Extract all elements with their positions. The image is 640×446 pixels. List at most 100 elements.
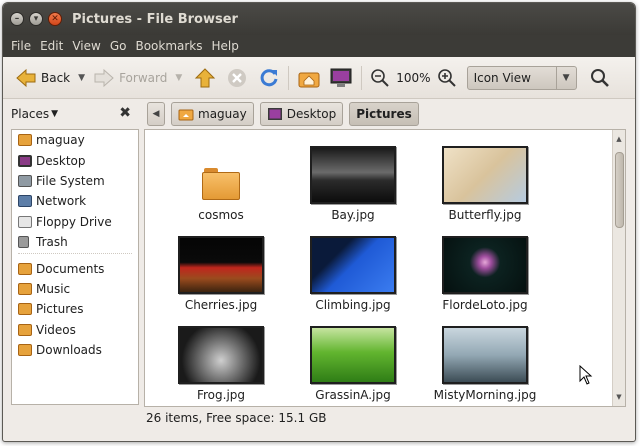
reload-icon[interactable]	[258, 67, 280, 89]
downloads-folder-icon	[18, 344, 32, 357]
path-bar: ◀ maguay Desktop Pictures	[147, 101, 425, 127]
forward-label: Forward	[119, 70, 168, 85]
menu-go[interactable]: Go	[110, 39, 127, 53]
home-folder-icon[interactable]	[297, 67, 321, 89]
file-item[interactable]: Climbing.jpg	[287, 230, 419, 320]
icon-view[interactable]: cosmos Bay.jpg Butterfly.jpg Cherries.jp…	[144, 129, 626, 407]
crumb-label: maguay	[198, 107, 247, 121]
sidebar-item-label: Music	[36, 281, 71, 296]
menu-bookmarks[interactable]: Bookmarks	[135, 39, 202, 53]
image-thumbnail	[310, 146, 396, 204]
window-title: Pictures - File Browser	[72, 11, 238, 27]
file-item[interactable]: GrassinA.jpg	[287, 320, 419, 406]
view-mode-select[interactable]: Icon View ▼	[466, 65, 577, 90]
menu-bar: File Edit View Go Bookmarks Help	[3, 35, 635, 57]
zoom-out-icon[interactable]	[370, 68, 390, 88]
back-history-dropdown-icon[interactable]: ▼	[78, 73, 85, 83]
path-scroll-left-button[interactable]: ◀	[147, 102, 165, 126]
forward-arrow-icon	[94, 68, 114, 87]
view-mode-value: Icon View	[473, 70, 531, 85]
file-name: Climbing.jpg	[315, 298, 391, 312]
toolbar: Back ▼ Forward ▼ 100% Icon View ▼	[3, 57, 635, 99]
folder-icon	[18, 262, 32, 275]
filesystem-icon	[18, 174, 32, 187]
forward-history-dropdown-icon[interactable]: ▼	[175, 73, 182, 83]
sidebar-item-documents[interactable]: Documents	[12, 258, 138, 278]
image-thumbnail	[442, 326, 528, 384]
sidebar-item-network[interactable]: Network	[12, 191, 138, 211]
scrollbar-thumb[interactable]	[615, 152, 624, 228]
crumb-desktop[interactable]: Desktop	[259, 102, 344, 126]
videos-folder-icon	[18, 323, 32, 336]
sidebar-item-label: maguay	[36, 133, 85, 148]
menu-help[interactable]: Help	[212, 39, 239, 53]
close-icon[interactable]: ✕	[48, 12, 62, 26]
sidebar-item-label: Videos	[36, 322, 76, 337]
minimize-icon[interactable]: –	[10, 12, 24, 26]
search-icon[interactable]	[589, 67, 611, 89]
vertical-scrollbar[interactable]: ▲ ▼	[612, 130, 625, 406]
side-pane-header[interactable]: Places ▼ ✖	[11, 103, 137, 125]
sidebar-item-floppy-drive[interactable]: Floppy Drive	[12, 212, 138, 232]
computer-icon[interactable]	[329, 67, 353, 89]
sidebar-item-downloads[interactable]: Downloads	[12, 340, 138, 360]
file-item[interactable]: MistyMorning.jpg	[419, 320, 551, 406]
stop-icon[interactable]	[226, 67, 248, 89]
sidebar-item-label: Downloads	[36, 343, 102, 358]
crumb-label: Pictures	[356, 107, 412, 121]
folder-icon	[202, 168, 240, 200]
sidebar-item-pictures[interactable]: Pictures	[12, 299, 138, 319]
mouse-cursor-icon	[579, 365, 593, 385]
file-item[interactable]: FlordeLoto.jpg	[419, 230, 551, 320]
sidebar-item-label: Desktop	[36, 153, 86, 168]
music-folder-icon	[18, 282, 32, 295]
image-thumbnail	[310, 236, 396, 294]
crumb-pictures[interactable]: Pictures	[349, 102, 419, 126]
file-name: Cherries.jpg	[184, 298, 258, 312]
file-name: Bay.jpg	[331, 208, 375, 222]
maximize-icon[interactable]: ▾	[29, 12, 43, 26]
close-side-pane-icon[interactable]: ✖	[119, 105, 131, 121]
desktop-icon	[267, 108, 282, 120]
sidebar-item-desktop[interactable]: Desktop	[12, 150, 138, 170]
menu-file[interactable]: File	[11, 39, 31, 53]
title-bar: – ▾ ✕ Pictures - File Browser	[3, 3, 635, 35]
file-item[interactable]: Butterfly.jpg	[419, 140, 551, 230]
sidebar-item-label: Trash	[36, 235, 68, 250]
sidebar-item-label: Network	[36, 194, 87, 209]
sidebar-item-trash[interactable]: Trash	[12, 232, 138, 252]
back-button[interactable]: Back	[15, 68, 70, 88]
zoom-in-icon[interactable]	[437, 68, 457, 88]
sidebar-item-music[interactable]: Music	[12, 279, 138, 299]
file-item[interactable]: cosmos	[155, 140, 287, 230]
sidebar-item-maguay[interactable]: maguay	[12, 130, 138, 150]
crumb-maguay[interactable]: maguay	[171, 102, 254, 126]
sidebar-item-label: Floppy Drive	[36, 214, 112, 229]
menu-view[interactable]: View	[72, 39, 100, 53]
scroll-up-icon[interactable]: ▲	[613, 132, 625, 146]
sidebar-divider	[18, 253, 132, 256]
file-name: Frog.jpg	[196, 388, 246, 402]
scroll-down-icon[interactable]: ▼	[613, 390, 625, 404]
up-arrow-icon[interactable]	[194, 67, 216, 89]
file-item[interactable]: Bay.jpg	[287, 140, 419, 230]
desktop-icon	[18, 154, 32, 167]
forward-button[interactable]: Forward	[93, 68, 167, 88]
back-label: Back	[41, 70, 71, 85]
file-item[interactable]: Cherries.jpg	[155, 230, 287, 320]
chevron-down-icon: ▼	[555, 66, 576, 89]
image-thumbnail	[178, 326, 264, 384]
menu-edit[interactable]: Edit	[40, 39, 63, 53]
crumb-label: Desktop	[286, 107, 337, 121]
home-icon	[178, 109, 194, 121]
sidebar-item-videos[interactable]: Videos	[12, 320, 138, 340]
image-thumbnail	[178, 236, 264, 294]
sidebar-item-label: Documents	[36, 261, 105, 276]
file-name: Butterfly.jpg	[448, 208, 522, 222]
file-item[interactable]: Frog.jpg	[155, 320, 287, 406]
zoom-level: 100%	[396, 70, 431, 85]
home-icon	[18, 134, 32, 147]
sidebar-item-file-system[interactable]: File System	[12, 171, 138, 191]
sidebar-item-label: Pictures	[36, 302, 84, 317]
side-pane-title: Places	[11, 107, 50, 121]
